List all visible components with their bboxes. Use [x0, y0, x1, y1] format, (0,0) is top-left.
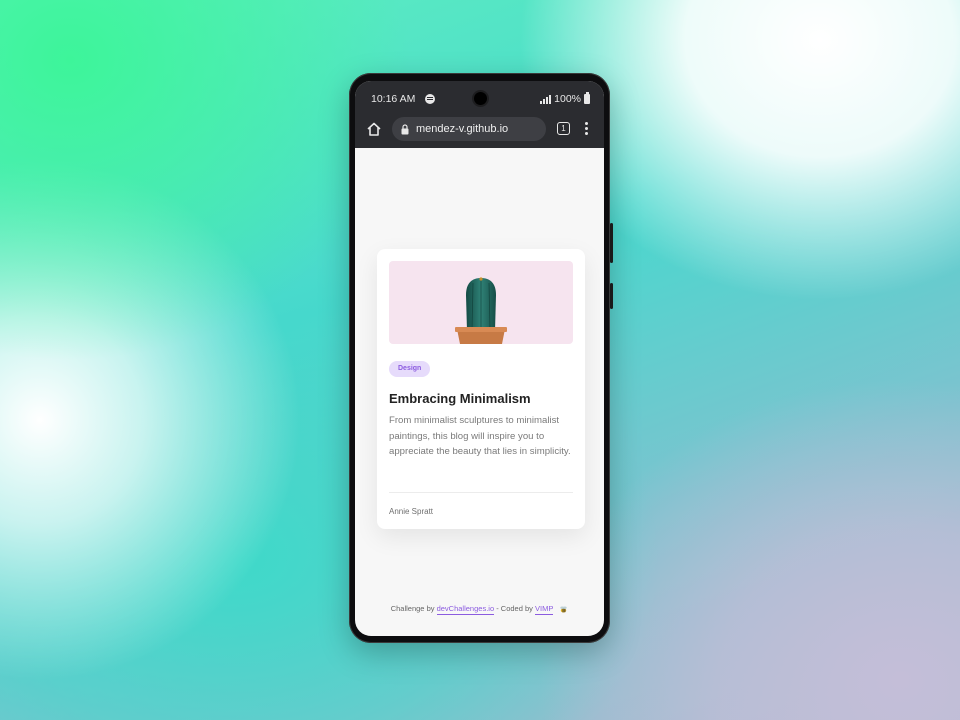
card-image: [389, 261, 573, 344]
tab-switcher-button[interactable]: 1: [557, 122, 570, 135]
status-right: 100%: [540, 92, 590, 105]
spotify-icon: [425, 94, 435, 104]
blog-card: Design Embracing Minimalism From minimal…: [377, 249, 585, 529]
battery-percent: 100%: [554, 93, 581, 105]
lock-icon: [401, 123, 409, 134]
volume-button: [610, 223, 613, 263]
author-link[interactable]: VIMP: [535, 604, 554, 615]
phone-frame: 10:16 AM 100% mendez-v.github.io 1 Desig…: [349, 73, 613, 643]
card-author: Annie Spratt: [389, 507, 434, 516]
card-divider: [389, 492, 573, 493]
signal-icon: [540, 94, 552, 104]
cactus-image: [455, 277, 507, 344]
url-row: mendez-v.github.io 1: [355, 115, 604, 143]
front-camera: [474, 92, 487, 105]
card-title: Embracing Minimalism: [389, 391, 531, 406]
category-tag[interactable]: Design: [389, 361, 431, 377]
bee-icon: [560, 606, 567, 613]
phone-screen: 10:16 AM 100% mendez-v.github.io 1 Desig…: [355, 81, 604, 636]
home-icon[interactable]: [366, 121, 382, 137]
more-menu-icon[interactable]: [585, 122, 588, 136]
challenge-link[interactable]: devChallenges.io: [436, 604, 495, 615]
footer-prefix: Challenge by: [390, 604, 435, 613]
footer-middle: - Coded by: [496, 604, 533, 613]
url-text: mendez-v.github.io: [416, 123, 509, 135]
page-footer: Challenge by devChallenges.io - Coded by…: [355, 604, 604, 615]
tab-count: 1: [561, 124, 566, 133]
card-description: From minimalist sculptures to minimalist…: [389, 415, 571, 457]
battery-icon: [584, 92, 590, 104]
status-time: 10:16 AM: [371, 93, 416, 105]
address-bar[interactable]: mendez-v.github.io: [392, 117, 546, 141]
power-button: [610, 283, 613, 309]
browser-chrome: 10:16 AM 100% mendez-v.github.io 1: [355, 81, 604, 148]
